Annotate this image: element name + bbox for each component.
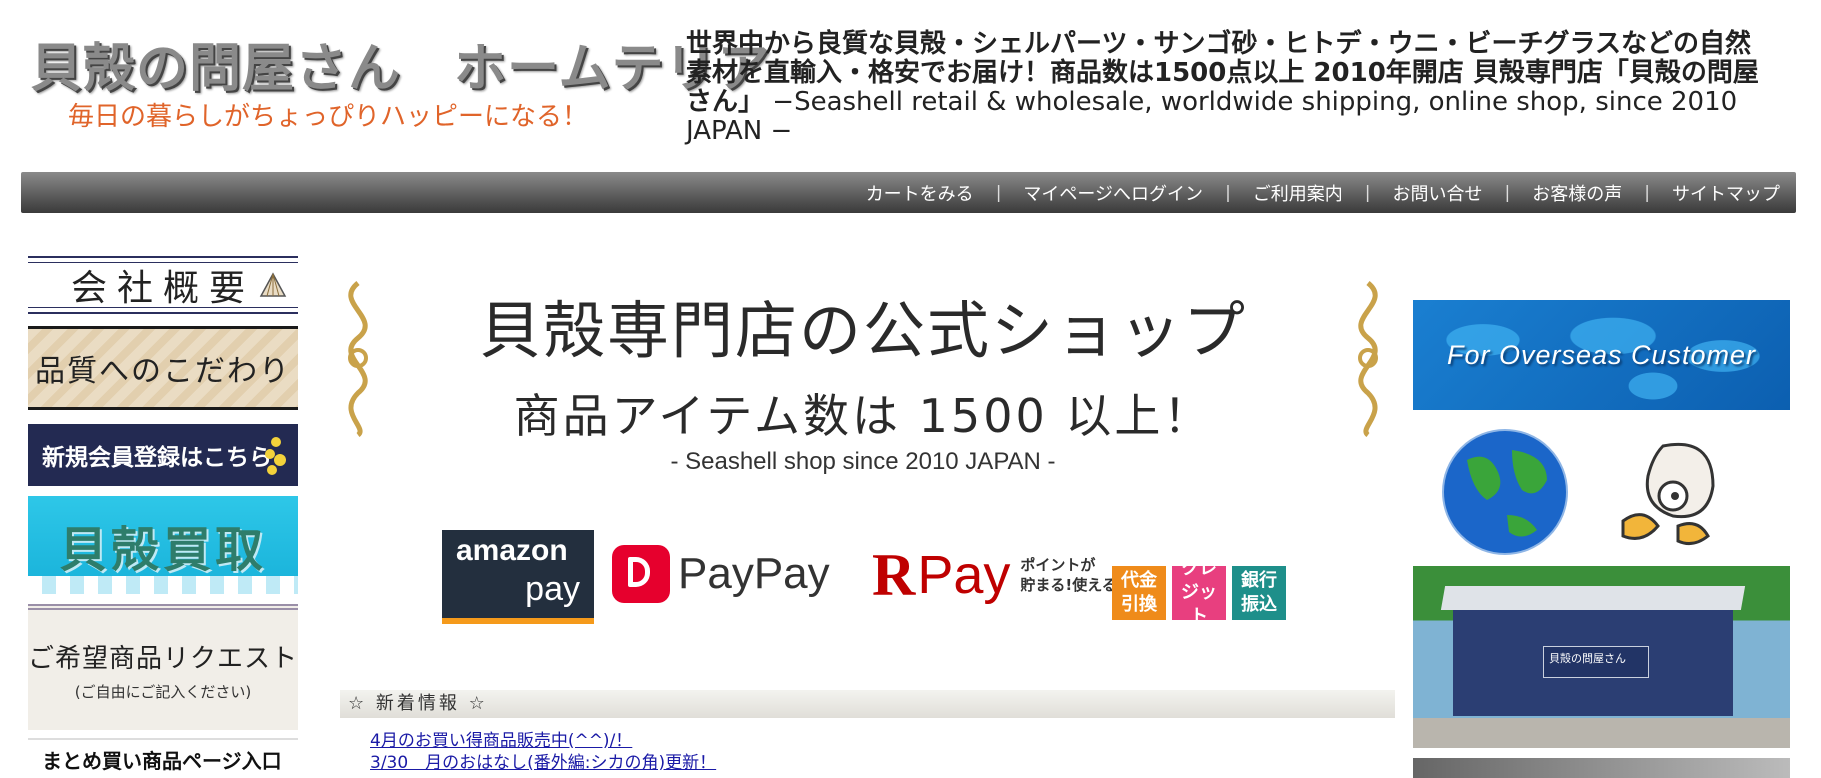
member-signup-label: 新規会員登録はこちら — [42, 445, 272, 471]
nav-cart[interactable]: カートをみる — [866, 180, 974, 206]
bulk-buy-label: まとめ買い商品ページ入口 — [42, 748, 282, 773]
hero-banner: 貝殻専門店の公式ショップ 商品アイテム数は 1500 以上！ - Seashel… — [328, 270, 1398, 640]
credit-badge: クレジット — [1172, 558, 1226, 627]
amazon-pay-logo: amazon pay — [442, 530, 594, 624]
nav-separator: | — [1644, 182, 1650, 203]
news-list: 4月のお買い得商品販売中(^^)/！ 3/30 月のおはなし(番外編:シカの角)… — [370, 730, 1395, 774]
news-link[interactable]: 3/30 月のおはなし(番外編:シカの角)更新！ — [370, 753, 716, 773]
bank-transfer-badge: 銀行振込 — [1232, 566, 1286, 620]
buyback-banner[interactable]: 貝殻買取 — [28, 496, 298, 594]
request-note: (ご自由にご記入ください) — [74, 683, 252, 701]
nav-mypage-login[interactable]: マイページへログイン — [1023, 180, 1203, 206]
hero-title: 貝殻専門店の公式ショップ — [478, 294, 1247, 367]
store-sign-label: 貝殻の問屋さん — [1549, 652, 1626, 665]
amazon-pay-bottom: pay — [525, 570, 580, 608]
rakuten-pay-label: Pay — [917, 545, 1011, 605]
company-profile-label: 会社概要 — [70, 268, 255, 309]
nav-sitemap[interactable]: サイトマップ — [1672, 180, 1780, 206]
bulk-buy-banner[interactable]: まとめ買い商品ページ入口 — [28, 738, 298, 778]
paypay-logo: PayPay — [612, 544, 830, 604]
nav-reviews[interactable]: お客様の声 — [1532, 180, 1622, 206]
quality-banner[interactable]: 品質へのこだわり — [28, 326, 298, 410]
rakuten-r: R — [872, 541, 916, 608]
news-item: 4月のお買い得商品販売中(^^)/！ — [370, 730, 1395, 752]
nav-separator: | — [1225, 182, 1231, 203]
logo-subtitle: 毎日の暮らしがちょっぴりハッピーになる！ — [68, 102, 589, 132]
overseas-customer-banner[interactable]: For Overseas Customer — [1413, 300, 1790, 410]
rakuten-pay-logo: R Pay ポイントが 貯まる!使える! — [872, 540, 1124, 610]
amazon-pay-top: amazon — [456, 534, 568, 567]
cod-badge: 代金引換 — [1112, 566, 1166, 620]
next-banner[interactable] — [1413, 758, 1790, 778]
nav-guide[interactable]: ご利用案内 — [1253, 180, 1343, 206]
store-photo[interactable]: 貝殻の問屋さん — [1413, 566, 1790, 748]
news-heading: ☆ 新着情報 ☆ — [340, 690, 1395, 718]
site-logo[interactable]: 貝殻の問屋さん ホームテリア 毎日の暮らしがちょっぴりハッピーになる！ — [24, 26, 769, 136]
hero-tagline: - Seashell shop since 2010 JAPAN - — [670, 448, 1056, 475]
globe-icon — [1442, 429, 1568, 555]
paypay-label: PayPay — [678, 549, 830, 598]
hermit-crab-mascot-icon — [1621, 442, 1715, 546]
member-signup-banner[interactable]: 新規会員登録はこちら — [28, 424, 298, 486]
flower-icon — [265, 437, 286, 475]
rakuten-point-line1: ポイントが — [1020, 556, 1096, 574]
company-profile-banner[interactable]: 会社概要 — [28, 256, 298, 314]
globe-mascot-banner[interactable] — [1413, 420, 1790, 560]
overseas-label: For Overseas Customer — [1446, 339, 1757, 370]
site-description: 世界中から良質な貝殻・シェルパーツ・サンゴ砂・ヒトデ・ウニ・ビーチグラスなどの自… — [686, 30, 1776, 146]
nav-separator: | — [1364, 182, 1371, 203]
payment-methods: amazon pay PayPay R Pay ポイントが 貯まる!使える! 代… — [328, 530, 1398, 627]
request-title: ご希望商品リクエスト — [28, 644, 298, 674]
news-link[interactable]: 4月のお買い得商品販売中(^^)/！ — [370, 731, 632, 751]
paypay-icon — [612, 545, 670, 603]
shell-icon — [259, 272, 287, 297]
global-nav: カートをみる | マイページへログイン | ご利用案内 | お問い合せ | お客… — [21, 172, 1796, 213]
logo-title: 貝殻の問屋さん ホームテリア — [30, 38, 771, 99]
nav-contact[interactable]: お問い合せ — [1393, 180, 1483, 206]
product-request-banner[interactable]: ご希望商品リクエスト (ご自由にご記入ください) — [28, 604, 298, 730]
buyback-label: 貝殻買取 — [58, 522, 267, 578]
wave-decoration — [28, 576, 298, 594]
rakuten-point-note: ポイントが 貯まる!使える! — [1020, 555, 1123, 595]
quality-label: 品質へのこだわり — [35, 354, 291, 389]
store-building: 貝殻の問屋さん — [1453, 606, 1733, 716]
news-section: ☆ 新着情報 ☆ 4月のお買い得商品販売中(^^)/！ 3/30 月のおはなし(… — [340, 690, 1395, 774]
rakuten-point-line2: 貯まる!使える! — [1020, 576, 1124, 594]
nav-separator: | — [1504, 182, 1511, 203]
site-description-en: −Seashell retail & wholesale, worldwide … — [686, 87, 1738, 146]
nav-separator: | — [995, 182, 1002, 203]
hero-item-count: 商品アイテム数は 1500 以上！ — [513, 389, 1213, 443]
store-ground — [1413, 718, 1790, 748]
